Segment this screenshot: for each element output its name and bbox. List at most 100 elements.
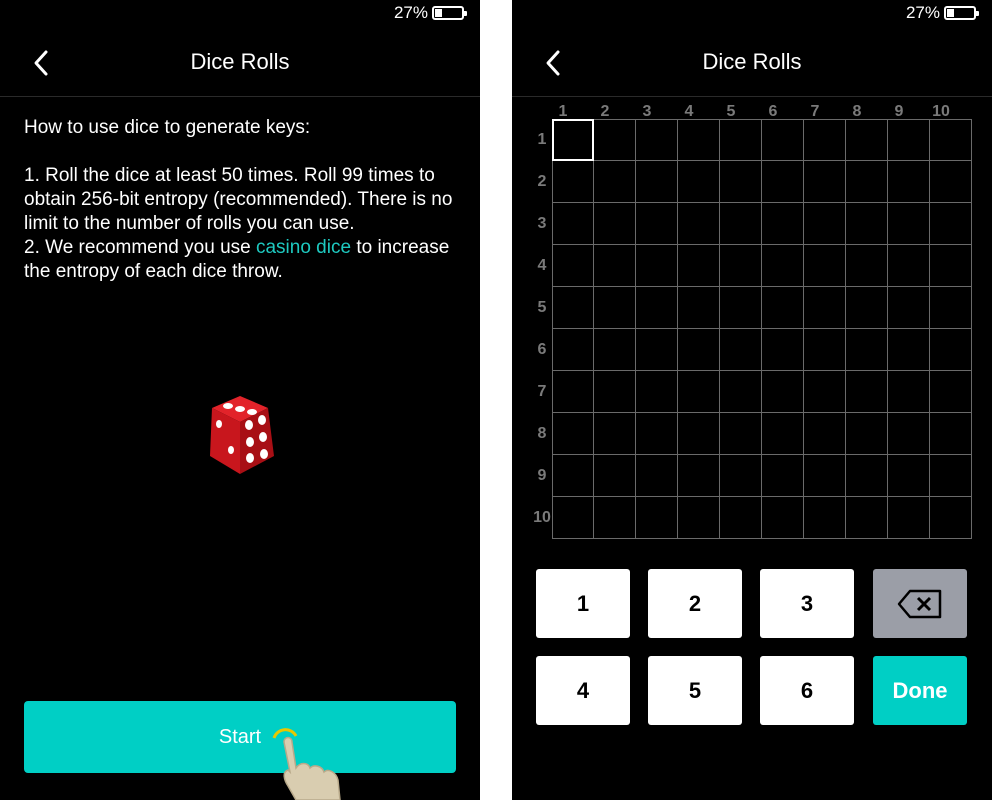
roll-cell[interactable]	[804, 497, 846, 539]
roll-cell[interactable]	[846, 413, 888, 455]
roll-cell[interactable]	[846, 455, 888, 497]
roll-cell[interactable]	[678, 413, 720, 455]
roll-cell[interactable]	[846, 119, 888, 161]
key-6[interactable]: 6	[760, 656, 854, 725]
roll-cell[interactable]	[636, 497, 678, 539]
roll-cell[interactable]	[930, 455, 972, 497]
roll-cell[interactable]	[720, 203, 762, 245]
roll-cell[interactable]	[678, 329, 720, 371]
roll-cell[interactable]	[930, 371, 972, 413]
roll-cell[interactable]	[762, 119, 804, 161]
roll-cell[interactable]	[678, 455, 720, 497]
roll-cell[interactable]	[552, 203, 594, 245]
roll-cell[interactable]	[888, 287, 930, 329]
roll-cell[interactable]	[888, 413, 930, 455]
roll-cell[interactable]	[930, 161, 972, 203]
roll-cell[interactable]	[888, 119, 930, 161]
roll-cell[interactable]	[552, 371, 594, 413]
roll-cell[interactable]	[552, 161, 594, 203]
roll-cell[interactable]	[636, 119, 678, 161]
roll-cell[interactable]	[594, 329, 636, 371]
roll-cell[interactable]	[594, 245, 636, 287]
roll-cell[interactable]	[930, 497, 972, 539]
roll-cell[interactable]	[762, 161, 804, 203]
roll-cell[interactable]	[678, 119, 720, 161]
roll-cell-active[interactable]	[552, 119, 594, 161]
roll-cell[interactable]	[720, 287, 762, 329]
done-button[interactable]: Done	[873, 656, 967, 725]
roll-cell[interactable]	[594, 287, 636, 329]
roll-cell[interactable]	[930, 203, 972, 245]
roll-cell[interactable]	[594, 497, 636, 539]
roll-cell[interactable]	[678, 371, 720, 413]
roll-cell[interactable]	[678, 245, 720, 287]
roll-cell[interactable]	[930, 413, 972, 455]
roll-cell[interactable]	[804, 413, 846, 455]
roll-cell[interactable]	[762, 287, 804, 329]
roll-cell[interactable]	[636, 413, 678, 455]
roll-cell[interactable]	[888, 203, 930, 245]
roll-cell[interactable]	[636, 329, 678, 371]
roll-cell[interactable]	[720, 455, 762, 497]
roll-cell[interactable]	[846, 497, 888, 539]
roll-cell[interactable]	[846, 371, 888, 413]
roll-cell[interactable]	[636, 455, 678, 497]
roll-cell[interactable]	[846, 287, 888, 329]
roll-cell[interactable]	[762, 497, 804, 539]
key-2[interactable]: 2	[648, 569, 742, 638]
key-3[interactable]: 3	[760, 569, 854, 638]
roll-cell[interactable]	[930, 119, 972, 161]
roll-cell[interactable]	[846, 203, 888, 245]
roll-cell[interactable]	[636, 287, 678, 329]
roll-cell[interactable]	[762, 371, 804, 413]
roll-cell[interactable]	[804, 161, 846, 203]
roll-cell[interactable]	[594, 203, 636, 245]
roll-cell[interactable]	[594, 119, 636, 161]
roll-cell[interactable]	[804, 287, 846, 329]
roll-cell[interactable]	[846, 245, 888, 287]
roll-cell[interactable]	[888, 455, 930, 497]
roll-cell[interactable]	[636, 245, 678, 287]
roll-cell[interactable]	[678, 497, 720, 539]
roll-cell[interactable]	[636, 371, 678, 413]
start-button[interactable]: Start	[24, 701, 456, 773]
roll-cell[interactable]	[762, 203, 804, 245]
roll-cell[interactable]	[552, 329, 594, 371]
roll-cell[interactable]	[720, 371, 762, 413]
roll-cell[interactable]	[720, 245, 762, 287]
roll-cell[interactable]	[846, 161, 888, 203]
roll-cell[interactable]	[846, 329, 888, 371]
roll-cell[interactable]	[762, 455, 804, 497]
roll-cell[interactable]	[636, 203, 678, 245]
roll-cell[interactable]	[678, 203, 720, 245]
roll-cell[interactable]	[888, 497, 930, 539]
roll-cell[interactable]	[552, 287, 594, 329]
roll-cell[interactable]	[804, 245, 846, 287]
roll-cell[interactable]	[594, 413, 636, 455]
key-4[interactable]: 4	[536, 656, 630, 725]
roll-cell[interactable]	[930, 329, 972, 371]
roll-cell[interactable]	[636, 161, 678, 203]
roll-cell[interactable]	[930, 287, 972, 329]
roll-cell[interactable]	[888, 161, 930, 203]
backspace-key[interactable]	[873, 569, 967, 638]
roll-cell[interactable]	[888, 329, 930, 371]
roll-cell[interactable]	[678, 161, 720, 203]
roll-cell[interactable]	[552, 497, 594, 539]
casino-dice-link[interactable]: casino dice	[256, 237, 351, 258]
roll-cell[interactable]	[720, 497, 762, 539]
roll-cell[interactable]	[762, 329, 804, 371]
roll-cell[interactable]	[594, 371, 636, 413]
roll-cell[interactable]	[720, 329, 762, 371]
roll-cell[interactable]	[720, 413, 762, 455]
roll-cell[interactable]	[804, 203, 846, 245]
roll-cell[interactable]	[552, 413, 594, 455]
roll-cell[interactable]	[930, 245, 972, 287]
key-1[interactable]: 1	[536, 569, 630, 638]
roll-cell[interactable]	[678, 287, 720, 329]
roll-cell[interactable]	[594, 161, 636, 203]
roll-cell[interactable]	[552, 455, 594, 497]
roll-cell[interactable]	[594, 455, 636, 497]
roll-cell[interactable]	[552, 245, 594, 287]
key-5[interactable]: 5	[648, 656, 742, 725]
